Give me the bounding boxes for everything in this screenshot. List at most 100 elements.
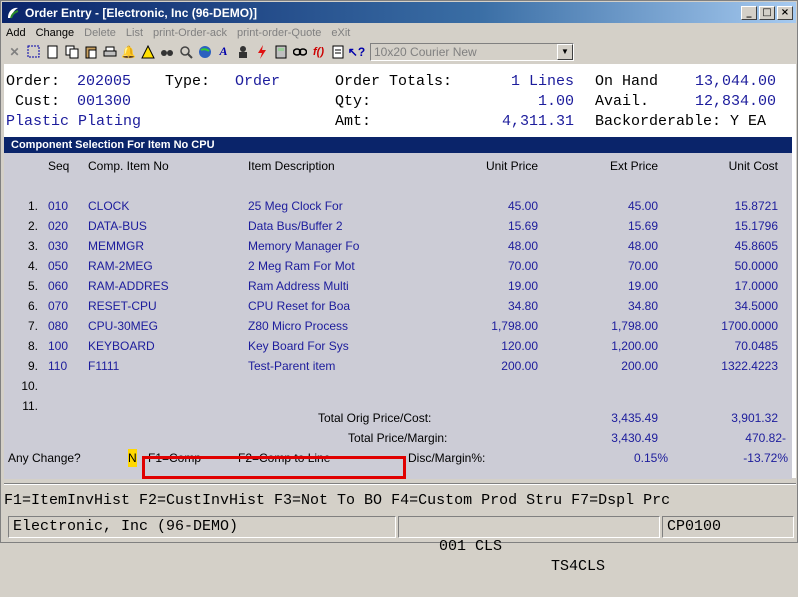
bell-icon[interactable]: 🔔 (119, 42, 138, 61)
menu-delete[interactable]: Delete (84, 27, 116, 39)
list-icon[interactable] (328, 42, 347, 61)
person-icon[interactable] (233, 42, 252, 61)
col-seq: Seq (48, 159, 70, 173)
any-change-input[interactable]: N (128, 449, 137, 467)
avail-value: 12,834.00 (694, 93, 776, 110)
warning-icon[interactable] (138, 42, 157, 61)
chevron-down-icon[interactable]: ▼ (557, 43, 573, 60)
row-description: Test-Parent item (248, 359, 336, 373)
menu-print-order-quote[interactable]: print-order-Quote (237, 27, 321, 39)
row-unit-cost: 34.5000 (734, 299, 778, 313)
link-icon[interactable] (290, 42, 309, 61)
row-ext-price: 200.00 (621, 359, 658, 373)
globe-icon[interactable] (195, 42, 214, 61)
row-number: 11. (22, 399, 38, 413)
avail-label: Avail. (595, 93, 650, 110)
cust-number[interactable]: 001300 (77, 93, 131, 111)
amt-label: Amt: (335, 113, 372, 130)
row-unit-cost: 15.1796 (734, 219, 778, 233)
col-comp-item-no: Comp. Item No (88, 159, 169, 173)
order-totals-label: Order Totals: (335, 73, 453, 90)
function-icon[interactable]: f() (309, 42, 328, 61)
row-item-no: CPU-30MEG (88, 319, 159, 333)
menu-change[interactable]: Change (36, 27, 75, 39)
component-selection-title: Component Selection For Item No CPU (4, 137, 792, 153)
col-ext-price: Ext Price (609, 159, 658, 173)
app-icon (8, 7, 19, 18)
total-orig-price: 3,435.49 (611, 411, 658, 425)
row-number: 7. (27, 319, 38, 333)
lightning-icon[interactable] (252, 42, 271, 61)
menu-print-order-ack[interactable]: print-Order-ack (153, 27, 227, 39)
row-item-no: RESET-CPU (88, 299, 157, 313)
row-item-no: RAM-ADDRES (88, 279, 169, 293)
row-ext-price: 34.80 (627, 299, 658, 313)
font-combo[interactable]: 10x20 Courier New ▼ (370, 42, 574, 61)
calculator-icon[interactable] (271, 42, 290, 61)
onhand-value: 13,044.00 (694, 73, 776, 90)
margin-pct-value: -13.72% (743, 451, 788, 465)
total-margin-label: Total Price/Margin: (348, 431, 448, 445)
binoculars-icon[interactable] (157, 42, 176, 61)
row-unit-price: 34.80 (507, 299, 538, 313)
row-description: Key Board For Sys (248, 339, 349, 353)
row-number: 8. (27, 339, 38, 353)
minimize-button[interactable]: _ (741, 5, 757, 20)
help-icon[interactable]: ↖? (347, 42, 366, 61)
new-document-icon[interactable] (43, 42, 62, 61)
search-icon[interactable] (176, 42, 195, 61)
row-seq: 110 (48, 359, 68, 373)
row-unit-price: 45.00 (507, 199, 538, 213)
select-icon[interactable] (24, 42, 43, 61)
row-unit-cost: 1700.0000 (721, 319, 778, 333)
row-unit-price: 48.00 (507, 239, 538, 253)
col-unit-cost: Unit Cost (728, 159, 778, 173)
row-number: 2. (27, 219, 38, 233)
row-seq: 030 (48, 239, 69, 253)
cancel-icon[interactable]: ✕ (5, 42, 24, 61)
separator (4, 483, 796, 485)
row-seq: 020 (48, 219, 69, 233)
status-company: Electronic, Inc (96-DEMO) (8, 516, 396, 538)
col-unit-price: Unit Price (485, 159, 538, 173)
qty-label: Qty: (335, 93, 372, 110)
status-program: CP0100 (662, 516, 794, 538)
row-unit-price: 120.00 (501, 339, 538, 353)
cust-label: Cust: (15, 93, 61, 110)
menu-add[interactable]: Add (6, 27, 26, 39)
row-seq: 010 (48, 199, 69, 213)
row-ext-price: 19.00 (627, 279, 658, 293)
status-cls: 001 CLS TS4CLS (398, 516, 660, 575)
menu-list[interactable]: List (126, 27, 143, 39)
font-combo-value: 10x20 Courier New (374, 44, 477, 59)
row-number: 5. (27, 279, 38, 293)
menu-exit[interactable]: eXit (331, 27, 350, 39)
close-button[interactable]: × (777, 5, 793, 20)
paste-icon[interactable] (81, 42, 100, 61)
qty-value: 1.00 (537, 93, 574, 110)
row-item-no: DATA-BUS (88, 219, 147, 233)
row-item-no: RAM-2MEG (88, 259, 153, 273)
col-item-description: Item Description (248, 159, 335, 173)
window-title: Order Entry - [Electronic, Inc (96-DEMO)… (25, 5, 258, 20)
type-label: Type: (165, 73, 211, 90)
total-orig-label: Total Orig Price/Cost: (318, 411, 432, 425)
row-ext-price: 70.00 (627, 259, 658, 273)
row-unit-cost: 45.8605 (734, 239, 778, 253)
row-unit-price: 19.00 (507, 279, 538, 293)
font-icon[interactable]: A (214, 42, 233, 61)
row-unit-cost: 70.0485 (734, 339, 778, 353)
copy-icon[interactable] (62, 42, 81, 61)
component-grid: Seq Comp. Item No Item Description Unit … (4, 153, 792, 479)
print-icon[interactable] (100, 42, 119, 61)
maximize-button[interactable]: □ (759, 5, 775, 20)
order-number[interactable]: 202005 (77, 73, 131, 91)
row-seq: 070 (48, 299, 69, 313)
title-bar[interactable]: Order Entry - [Electronic, Inc (96-DEMO)… (2, 2, 796, 23)
row-seq: 080 (48, 319, 69, 333)
row-description: Data Bus/Buffer 2 (248, 219, 343, 233)
row-number: 1. (27, 199, 38, 213)
row-unit-price: 1,798.00 (491, 319, 538, 333)
row-ext-price: 15.69 (627, 219, 658, 233)
row-number: 6. (27, 299, 38, 313)
